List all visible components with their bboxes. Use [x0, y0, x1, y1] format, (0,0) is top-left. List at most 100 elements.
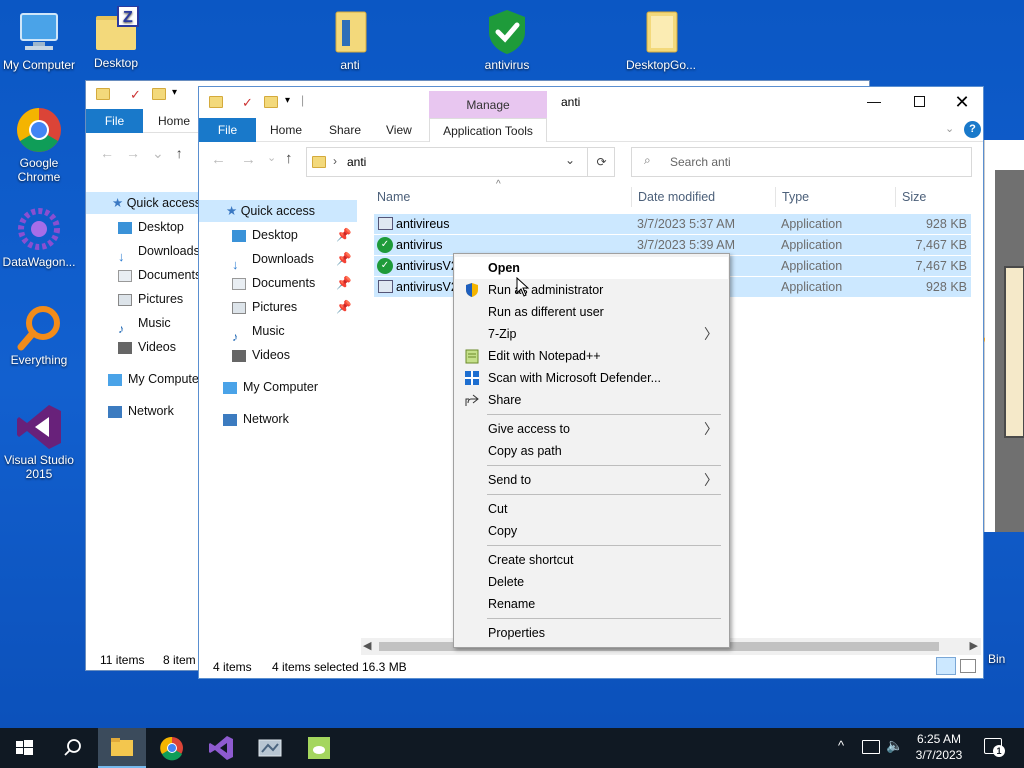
new-folder-icon[interactable] [264, 96, 278, 108]
search-taskbar-button[interactable] [48, 728, 96, 768]
help-icon[interactable]: ? [964, 121, 981, 138]
menu-delete[interactable]: Delete [455, 571, 728, 593]
back-nav-music[interactable]: ♪ Music [118, 312, 171, 336]
back-nav-my-computer[interactable]: My Compute [108, 368, 199, 390]
recycle-bin-label[interactable]: Bin [988, 652, 1005, 666]
back-nav-documents[interactable]: Documents [118, 264, 201, 286]
desktop-icon-my-computer[interactable]: My Computer [1, 8, 77, 72]
start-button[interactable] [0, 728, 48, 768]
column-name[interactable]: Name [377, 185, 410, 209]
notification-center-icon[interactable]: 1 [984, 738, 1005, 757]
background-window [923, 140, 1024, 532]
tab-view[interactable]: View [374, 118, 424, 142]
recent-dropdown-icon[interactable]: ⌄ [267, 151, 276, 164]
menu-give-access-to[interactable]: Give access to 〉 [455, 418, 728, 440]
tab-home[interactable]: Home [258, 118, 314, 142]
address-bar[interactable]: › anti ⌄ ⟳ [306, 147, 615, 177]
taskbar-chrome[interactable] [148, 728, 196, 768]
taskbar-file-explorer[interactable] [98, 728, 146, 768]
menu-7zip[interactable]: 7-Zip 〉 [455, 323, 728, 345]
minimize-button[interactable]: — [851, 87, 897, 118]
taskbar-app-window[interactable] [246, 728, 294, 768]
back-nav-quick-access[interactable]: ★ Quick access [86, 192, 201, 214]
menu-edit-with-notepadpp[interactable]: Edit with Notepad++ [455, 345, 728, 367]
menu-scan-with-defender[interactable]: Scan with Microsoft Defender... [455, 367, 728, 389]
search-input[interactable]: Search anti [670, 155, 731, 169]
back-nav-pictures[interactable]: Pictures [118, 288, 183, 310]
shield-icon: ✓ [377, 237, 393, 253]
column-size[interactable]: Size [902, 185, 926, 209]
sort-ascending-icon: ^ [496, 179, 501, 190]
taskbar-visual-studio[interactable] [197, 728, 245, 768]
properties-icon[interactable]: ✓ [242, 95, 253, 111]
folder-icon [312, 156, 326, 168]
desktop-icon-visual-studio[interactable]: Visual Studio 2015 [1, 403, 77, 481]
menu-share[interactable]: Share [455, 389, 728, 411]
up-button[interactable]: ↑ [285, 150, 293, 167]
volume-icon[interactable]: 🔈 [886, 737, 903, 754]
qat-dropdown-icon[interactable]: ▾ [285, 95, 290, 106]
details-view-button[interactable] [936, 657, 956, 675]
download-icon: ↓ [232, 256, 239, 272]
menu-properties[interactable]: Properties [455, 622, 728, 644]
column-type[interactable]: Type [782, 185, 809, 209]
nav-pictures[interactable]: Pictures 📌 [232, 296, 352, 318]
back-tab-file[interactable]: File [86, 109, 143, 133]
address-dropdown-icon[interactable]: ⌄ [565, 153, 575, 167]
nav-my-computer[interactable]: My Computer [223, 376, 318, 398]
desktop-icon-desktopgo[interactable]: DesktopGo... [623, 8, 699, 72]
back-tab-home[interactable]: Home [146, 109, 202, 133]
visual-studio-icon [15, 403, 63, 451]
file-row[interactable]: ✓ antivirus 3/7/2023 5:39 AM Application… [374, 235, 971, 255]
menu-copy-as-path[interactable]: Copy as path [455, 440, 728, 462]
desktop-icon-desktop[interactable]: Z Desktop [78, 6, 154, 70]
close-button[interactable]: ✕ [939, 87, 985, 118]
ribbon-expand-icon[interactable]: ⌄ [945, 122, 954, 135]
nav-network[interactable]: Network [223, 408, 289, 430]
tray-chevron-icon[interactable]: ^ [838, 738, 844, 753]
tab-file[interactable]: File [199, 118, 256, 142]
menu-rename[interactable]: Rename [455, 593, 728, 615]
menu-open[interactable]: Open [455, 257, 728, 279]
menu-run-as-different-user[interactable]: Run as different user [455, 301, 728, 323]
menu-send-to[interactable]: Send to 〉 [455, 469, 728, 491]
scroll-right-arrow[interactable]: ▶ [970, 639, 978, 652]
column-date-modified[interactable]: Date modified [638, 185, 715, 209]
taskbar-clock[interactable]: 6:25 AM 3/7/2023 [906, 731, 972, 763]
nav-music[interactable]: ♪ Music [232, 320, 285, 344]
nav-documents[interactable]: Documents 📌 [232, 272, 352, 294]
menu-run-as-administrator[interactable]: Run as administrator [455, 279, 728, 301]
nav-desktop[interactable]: Desktop 📌 [232, 224, 352, 246]
file-row[interactable]: antivireus 3/7/2023 5:37 AM Application … [374, 214, 971, 234]
menu-copy[interactable]: Copy [455, 520, 728, 542]
nav-videos[interactable]: Videos [232, 344, 290, 366]
nav-pane: ★ Quick access Desktop 📌 ↓ Downloads 📌 Docu… [199, 191, 357, 661]
desktop-icon-datawagon[interactable]: DataWagon... [1, 205, 77, 269]
maximize-button[interactable] [897, 87, 943, 118]
search-box[interactable]: ⌕ Search anti [631, 147, 972, 177]
scroll-left-arrow[interactable]: ◀ [363, 639, 371, 652]
desktop-icon-antivirus[interactable]: antivirus [469, 8, 545, 72]
folder-icon [326, 8, 374, 56]
desktop-icon-anti[interactable]: anti [312, 8, 388, 72]
desktop-icon-label: DataWagon... [2, 255, 76, 269]
back-nav-downloads[interactable]: ↓ Downloads [118, 240, 200, 264]
back-nav-desktop[interactable]: Desktop [118, 216, 184, 238]
refresh-button[interactable]: ⟳ [587, 148, 615, 176]
desktop-icon-chrome[interactable]: Google Chrome [1, 106, 77, 184]
network-tray-icon[interactable] [862, 740, 880, 754]
nav-downloads[interactable]: ↓ Downloads 📌 [232, 248, 352, 272]
large-icons-view-button[interactable] [960, 659, 976, 673]
back-nav-arrows[interactable]: ←→⌄↑ [100, 145, 195, 162]
desktop-icon-everything[interactable]: Everything [1, 303, 77, 367]
taskbar-goose-app[interactable] [295, 728, 343, 768]
menu-create-shortcut[interactable]: Create shortcut [455, 549, 728, 571]
back-button[interactable]: ← [211, 151, 226, 168]
tab-share[interactable]: Share [317, 118, 373, 142]
forward-button[interactable]: → [241, 151, 256, 168]
notification-badge: 1 [993, 745, 1005, 757]
tab-application-tools[interactable]: Application Tools [429, 118, 547, 142]
back-nav-videos[interactable]: Videos [118, 336, 176, 358]
back-nav-network[interactable]: Network [108, 400, 174, 422]
menu-cut[interactable]: Cut [455, 498, 728, 520]
